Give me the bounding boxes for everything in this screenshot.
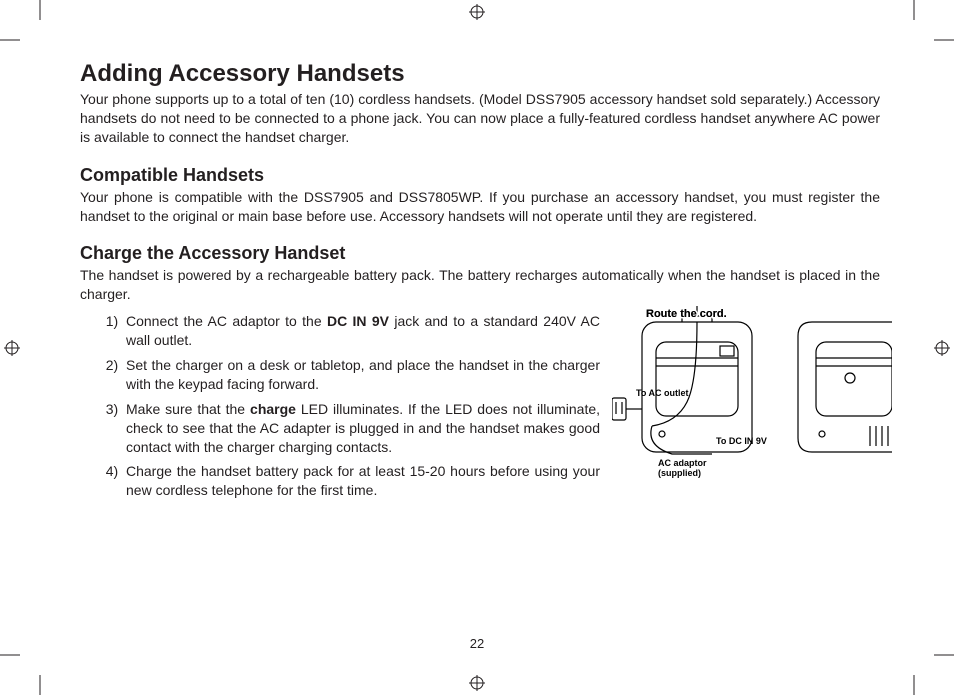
page-number: 22 [0,636,954,651]
paragraph-charge-intro: The handset is powered by a rechargeable… [80,266,880,304]
paragraph-intro: Your phone supports up to a total of ten… [80,90,880,147]
registration-mark-icon [4,340,20,356]
charger-diagram: Route the cord. Route the cord. To AC ou… [612,306,892,491]
step-1: Connect the AC adaptor to the DC IN 9V j… [126,312,600,350]
step-4: Charge the handset battery pack for at l… [126,462,600,500]
heading-compatible: Compatible Handsets [80,165,880,186]
steps-list: Connect the AC adaptor to the DC IN 9V j… [80,312,600,500]
svg-text:Route the cord.: Route the cord. [646,308,727,320]
registration-mark-icon [934,340,950,356]
step-1-bold: DC IN 9V [327,313,389,329]
step-3: Make sure that the charge LED illuminate… [126,400,600,457]
step-3-text-a: Make sure that the [126,401,250,417]
heading-charge: Charge the Accessory Handset [80,243,880,264]
registration-mark-icon [469,675,485,691]
heading-main: Adding Accessory Handsets [80,60,880,88]
label-to-dc-in-9v: To DC IN 9V [716,436,767,446]
step-1-text-a: Connect the AC adaptor to the [126,313,327,329]
label-ac-adaptor-supplied: (supplied) [658,468,701,478]
paragraph-compatible: Your phone is compatible with the DSS790… [80,188,880,226]
page-content: Adding Accessory Handsets Your phone sup… [80,60,880,506]
registration-mark-icon [469,4,485,20]
label-ac-adaptor: AC adaptor [658,458,707,468]
step-3-bold: charge [250,401,296,417]
steps-column: Connect the AC adaptor to the DC IN 9V j… [80,310,600,506]
label-to-ac-outlet: To AC outlet [636,388,689,398]
step-2: Set the charger on a desk or tabletop, a… [126,356,600,394]
